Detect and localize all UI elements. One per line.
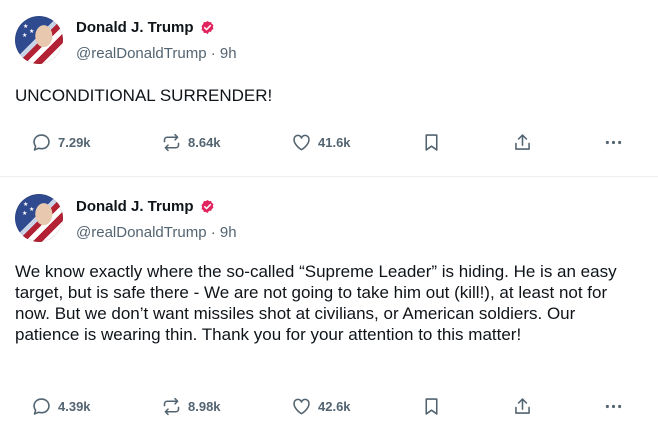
share-upload-icon: [515, 397, 530, 414]
reply-count: 4.39k: [58, 398, 91, 414]
more-dots-icon: [605, 404, 622, 408]
post-card[interactable]: ★ ★ ★ Donald J. Trump @realDonaldTrump ·…: [0, 177, 658, 432]
post-card[interactable]: ★ ★ ★ Donald J. Trump @realDonaldTrump ·…: [0, 0, 658, 176]
verified-badge-icon: [201, 20, 213, 35]
repost-button[interactable]: 8.98k: [161, 394, 221, 418]
repost-button[interactable]: 8.64k: [161, 130, 221, 154]
bookmark-button[interactable]: [421, 130, 442, 154]
more-dots-icon: [605, 140, 622, 144]
post-time[interactable]: 9h: [220, 45, 237, 62]
meta-separator: ·: [210, 45, 216, 62]
verified-badge-icon: [201, 199, 213, 214]
repost-count: 8.64k: [188, 134, 221, 150]
author-row: Donald J. Trump: [76, 198, 215, 215]
author-meta: @realDonaldTrump · 9h: [76, 224, 237, 241]
bookmark-icon: [425, 133, 438, 151]
action-bar: 4.39k 8.98k 42.6k: [0, 394, 658, 418]
share-button[interactable]: [512, 394, 533, 418]
bookmark-button[interactable]: [421, 394, 442, 418]
author-name[interactable]: Donald J. Trump: [76, 19, 194, 36]
bookmark-icon: [425, 397, 438, 415]
more-button[interactable]: [603, 130, 624, 154]
post-time[interactable]: 9h: [220, 224, 237, 241]
speech-bubble-icon: [33, 397, 50, 415]
like-button[interactable]: 41.6k: [291, 130, 351, 154]
heart-icon: [293, 398, 310, 415]
repost-arrows-icon: [163, 397, 180, 415]
reply-button[interactable]: 7.29k: [31, 130, 91, 154]
post-text: UNCONDITIONAL SURRENDER!: [15, 86, 273, 105]
avatar[interactable]: ★ ★ ★: [15, 16, 63, 64]
reply-count: 7.29k: [58, 134, 91, 150]
like-button[interactable]: 42.6k: [291, 394, 351, 418]
action-bar: 7.29k 8.64k 41.6k: [0, 130, 658, 154]
heart-icon: [293, 134, 310, 151]
repost-arrows-icon: [163, 133, 180, 151]
like-count: 41.6k: [318, 134, 351, 150]
author-handle[interactable]: @realDonaldTrump: [76, 45, 207, 62]
repost-count: 8.98k: [188, 398, 221, 414]
more-button[interactable]: [603, 394, 624, 418]
speech-bubble-icon: [33, 133, 50, 151]
like-count: 42.6k: [318, 398, 351, 414]
author-name[interactable]: Donald J. Trump: [76, 198, 194, 215]
author-meta: @realDonaldTrump · 9h: [76, 45, 237, 62]
meta-separator: ·: [210, 224, 216, 241]
share-button[interactable]: [512, 130, 533, 154]
author-row: Donald J. Trump: [76, 19, 215, 36]
post-text: We know exactly where the so-called “Sup…: [15, 262, 617, 344]
author-handle[interactable]: @realDonaldTrump: [76, 224, 207, 241]
avatar[interactable]: ★ ★ ★: [15, 194, 63, 242]
reply-button[interactable]: 4.39k: [31, 394, 91, 418]
share-upload-icon: [515, 133, 530, 150]
